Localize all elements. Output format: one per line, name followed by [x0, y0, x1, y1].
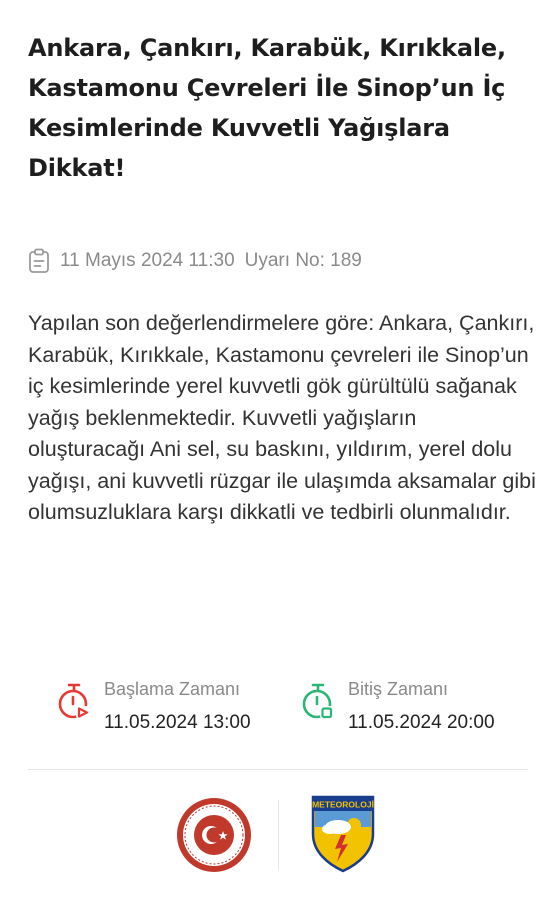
start-time-block: Başlama Zamanı 11.05.2024 13:00 [56, 676, 251, 738]
logo-divider [278, 800, 279, 870]
clipboard-icon [28, 248, 50, 274]
end-time-label: Bitiş Zamanı [348, 679, 449, 699]
footer-divider [28, 769, 528, 770]
end-time-block: Bitiş Zamanı 11.05.2024 20:00 [300, 676, 495, 738]
end-time-value: 11.05.2024 20:00 [348, 712, 495, 733]
stopwatch-start-icon [56, 682, 92, 722]
alert-date: 11 Mayıs 2024 11:30 [60, 250, 235, 271]
stopwatch-end-icon [300, 682, 336, 722]
ministry-seal-logo [175, 796, 253, 879]
alert-title: Ankara, Çankırı, Karabük, Kırıkkale, Kas… [28, 34, 506, 182]
meteoroloji-logo: METEOROLOJİ [310, 794, 376, 879]
alert-body: Yapılan son değerlendirmelere göre: Anka… [28, 311, 536, 524]
meteoroloji-logo-text: METEOROLOJİ [312, 800, 374, 810]
alert-meta: 11 Mayıs 2024 11:30 Uyarı No: 189 [28, 246, 362, 276]
start-time-label: Başlama Zamanı [104, 679, 241, 699]
alert-warning-no: Uyarı No: 189 [244, 250, 362, 271]
start-time-value: 11.05.2024 13:00 [104, 712, 251, 733]
